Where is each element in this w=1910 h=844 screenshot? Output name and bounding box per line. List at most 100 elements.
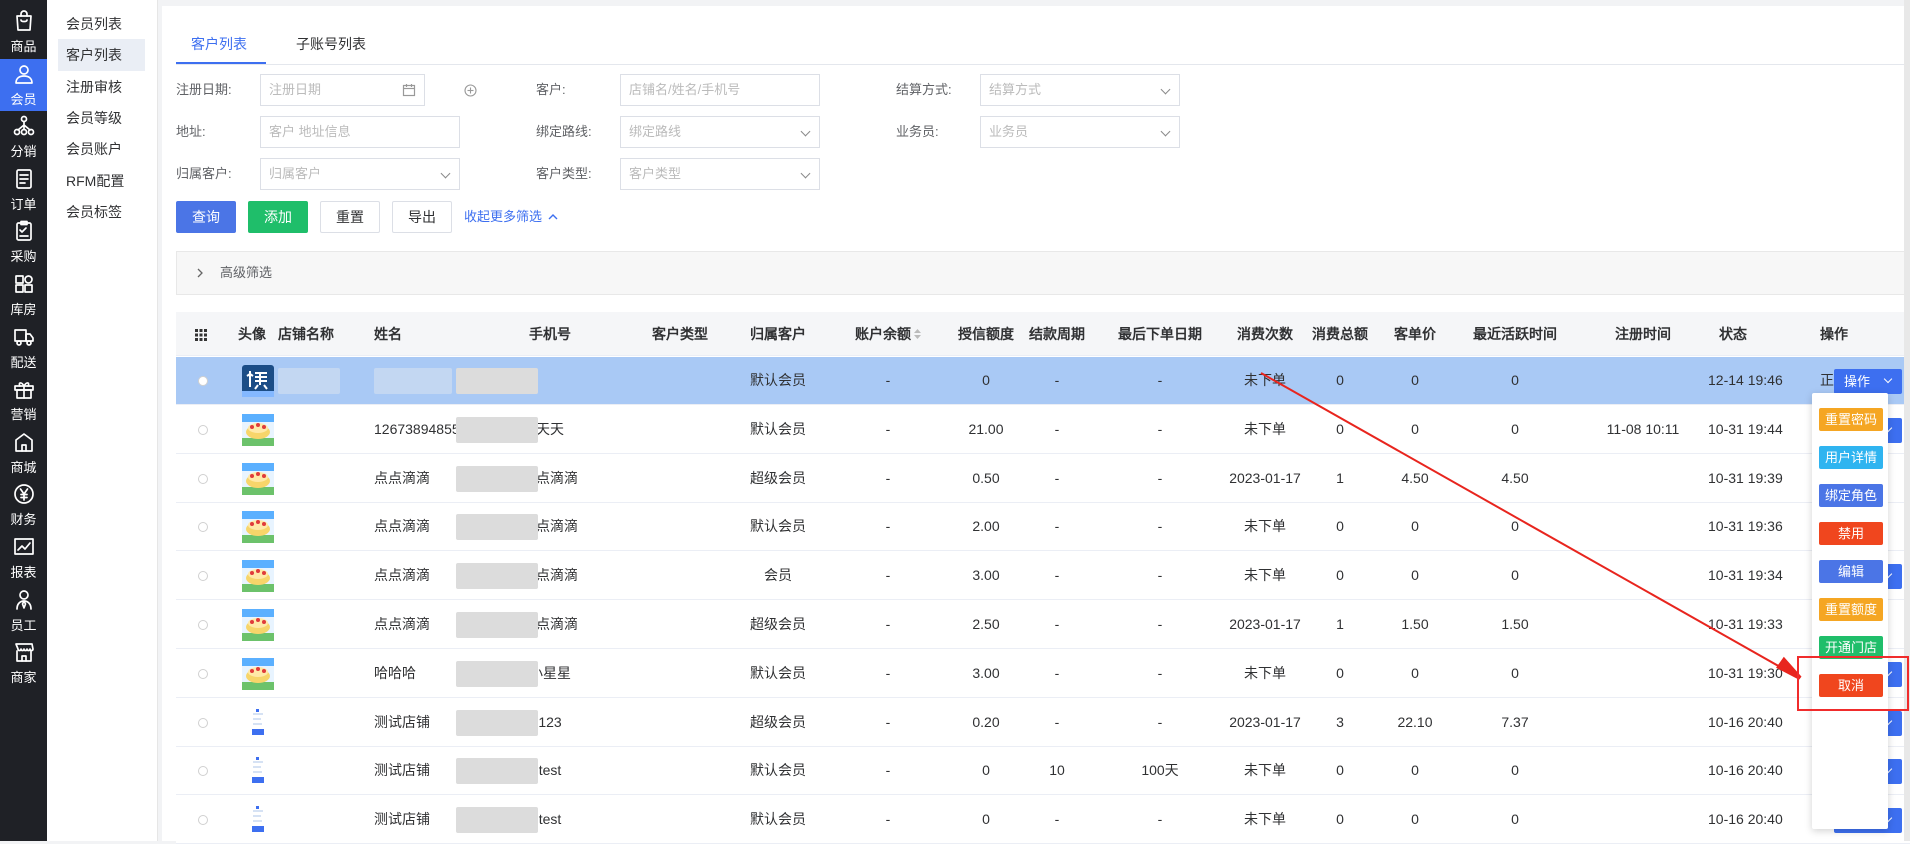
column-settings-icon[interactable] [176,312,226,356]
subnav-item-2[interactable]: 注册审核 [58,71,145,103]
collapse-filters-link[interactable]: 收起更多筛选 [464,201,558,233]
row-radio[interactable] [198,815,208,826]
cell-total: 22.10 [1397,713,1433,730]
table-row[interactable]: 点点滴滴点点滴滴会员-3.00--未下单00010-31 19:34正常操作 [176,552,1910,601]
export-button[interactable]: 导出 [392,201,452,233]
row-radio[interactable] [198,473,208,484]
add-button[interactable]: 添加 [248,201,308,233]
column-header-4: 客户类型 [630,312,730,356]
column-header-label: 注册时间 [1615,326,1671,342]
cell-total: 0 [1411,420,1419,437]
tab-subaccount-list[interactable]: 子账号列表 [296,24,366,64]
sidebar-item-label: 分销 [10,144,37,160]
op-menu-item-6[interactable]: 开通门店 [1819,636,1883,659]
column-header-label: 消费总额 [1312,326,1368,342]
sidebar-item-6[interactable]: 配送 [0,322,47,374]
op-menu-item-3[interactable]: 禁用 [1819,522,1883,545]
customer-input[interactable]: 店铺名/姓名/手机号 [620,74,820,106]
sidebar-item-4[interactable]: 采购 [0,216,47,268]
sidebar-item-12[interactable]: 商家 [0,637,47,689]
reset-button[interactable]: 重置 [320,201,380,233]
cell-count: 0 [1336,811,1344,828]
chevron-down-icon [1160,84,1171,95]
column-header-3: 手机号 [470,312,630,356]
sidebar-item-2[interactable]: 分销 [0,111,47,163]
avatar [242,462,274,495]
cell-phone-redacted [456,660,538,687]
cell-credit: - [1054,811,1060,828]
subnav-item-5[interactable]: RFM配置 [58,165,145,197]
sidebar-item-3[interactable]: 订单 [0,164,47,216]
query-button[interactable]: 查询 [176,201,236,233]
cell-credit: - [1054,469,1060,486]
row-radio[interactable] [198,571,208,582]
sidebar-item-11[interactable]: 员工 [0,585,47,637]
cell-total: 0 [1411,664,1419,681]
plus-circle-icon[interactable] [464,84,477,97]
sidebar-item-1[interactable]: 会员 [0,58,47,111]
table-row[interactable]: 默认会员-0--未下单00012-14 19:46正常操作 [176,357,1910,405]
address-input[interactable]: 客户 地址信息 [260,116,460,148]
cell-reg: 10-31 19:30 [1708,664,1783,681]
row-radio[interactable] [198,424,208,435]
table-row[interactable]: 测试店铺test默认会员-010100天未下单00010-16 20:40正常操… [176,747,1910,796]
sales-placeholder: 业务员 [989,124,1029,139]
reg-date-input[interactable]: 注册日期 [260,74,425,106]
subnav-item-3[interactable]: 会员等级 [58,102,145,134]
sidebar-item-5[interactable]: 库房 [0,269,47,321]
row-action-button[interactable]: 操作 [1834,369,1902,394]
row-radio[interactable] [198,522,208,533]
advanced-filter-label: 高级筛选 [220,265,273,280]
column-header-10: 消费次数 [1228,312,1302,356]
op-menu-item-2[interactable]: 绑定角色 [1819,484,1883,507]
cell-phone-redacted [456,514,538,541]
settle-select[interactable]: 结算方式 [980,74,1180,106]
table-row[interactable]: 点点滴滴点点滴滴默认会员-2.00--未下单00010-31 19:36正常 [176,503,1910,552]
sidebar-item-8[interactable]: 商城 [0,427,47,479]
row-radio[interactable] [198,668,208,679]
cell-count: 3 [1336,713,1344,730]
column-header-label: 状态 [1719,326,1747,342]
type-select[interactable]: 客户类型 [620,158,820,190]
row-radio[interactable] [198,620,208,630]
table-row[interactable]: 测试店铺test默认会员-0--未下单00010-16 20:40正常操作 [176,796,1910,844]
column-header-6[interactable]: 账户余额 [826,312,950,356]
row-radio[interactable] [198,766,208,777]
grid-icon [195,329,207,342]
advanced-filter-panel[interactable]: 高级筛选 [176,251,1910,295]
sidebar-item-7[interactable]: 营销 [0,374,47,426]
sidebar-item-0[interactable]: 商品 [0,6,47,58]
sales-select[interactable]: 业务员 [980,116,1180,148]
scrollbar[interactable] [1904,0,1910,841]
op-menu-item-5[interactable]: 重置额度 [1819,598,1883,621]
subnav-item-6[interactable]: 会员标签 [58,196,145,228]
subnav-item-4[interactable]: 会员账户 [58,133,145,165]
owner-select[interactable]: 归属客户 [260,158,460,190]
table-row[interactable]: 12673894855 天天 默认会员 -21.00- - 未下单 0 0 0 11-08 10:… [176,405,1910,454]
column-header-label: 账户余额 [855,326,911,342]
avatar [242,657,274,690]
table-row[interactable]: 哈哈哈小星星默认会员-3.00--未下单00010-31 19:30正常操作 [176,649,1910,698]
table-row[interactable]: 测试店铺 123 超级会员 -0.20- -2023-01-17 3 22.10 7.37 10… [176,698,1910,747]
table-row[interactable]: 点点滴滴 点点滴滴 超级会员 -0.50- -2023-01-17 1 4.50 4.50 10… [176,454,1910,503]
cell-avg: 0 [1511,811,1519,828]
sidebar-item-10[interactable]: 报表 [0,532,47,584]
sidebar-item-9[interactable]: 财务 [0,479,47,531]
op-menu-item-0[interactable]: 重置密码 [1819,408,1883,431]
column-header-label: 归属客户 [750,326,806,342]
op-menu-item-1[interactable]: 用户详情 [1819,446,1883,469]
clipboard-icon [15,221,32,242]
row-radio[interactable] [198,376,208,386]
tab-customer-list[interactable]: 客户列表 [191,24,247,64]
cell-type: 默认会员 [750,811,806,828]
cell-reg: 10-31 19:44 [1708,420,1783,437]
row-radio[interactable] [198,717,208,728]
subnav-item-0[interactable]: 会员列表 [58,8,145,40]
op-menu-item-4[interactable]: 编辑 [1819,560,1883,583]
route-select[interactable]: 绑定路线 [620,116,820,148]
op-menu-item-7[interactable]: 取消 [1819,674,1883,697]
subnav-item-1[interactable]: 客户列表 [58,39,145,72]
table-row[interactable]: 点点滴滴 点点滴滴 超级会员 -2.50- -2023-01-17 1 1.50 1.50 10… [176,601,1910,649]
cell-balance: 3.00 [972,567,1000,584]
column-header-13: 最近活跃时间 [1452,312,1578,356]
